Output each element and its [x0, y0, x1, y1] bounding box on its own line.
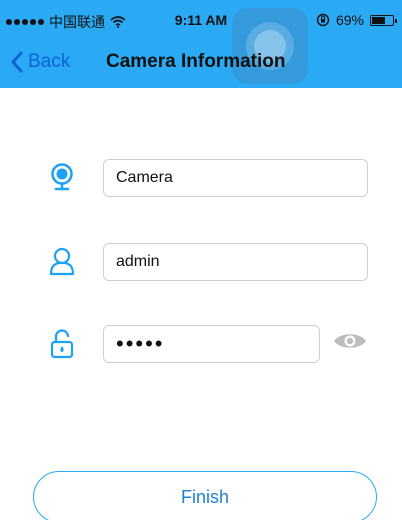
page-title: Camera Information — [106, 51, 286, 72]
chevron-left-icon — [11, 51, 23, 73]
back-button[interactable]: Back — [10, 46, 70, 78]
user-icon — [49, 247, 75, 276]
battery-percent: 69% — [335, 12, 364, 28]
eye-icon[interactable] — [332, 330, 368, 352]
camera-name-field[interactable] — [103, 159, 368, 197]
status-bar: 中国联通 9:11 AM 69% — [0, 0, 402, 40]
camera-icon — [51, 163, 73, 191]
status-right: 69% — [316, 12, 397, 28]
battery-icon — [370, 14, 397, 26]
password-field[interactable]: ••••• — [103, 325, 320, 363]
header-bar: 中国联通 9:11 AM 69% Back Camera Information — [0, 0, 402, 88]
username-field[interactable] — [103, 243, 368, 281]
back-label: Back — [28, 51, 71, 72]
orientation-lock-icon — [316, 13, 330, 27]
lock-icon — [50, 329, 74, 359]
finish-button[interactable]: Finish — [33, 471, 377, 520]
